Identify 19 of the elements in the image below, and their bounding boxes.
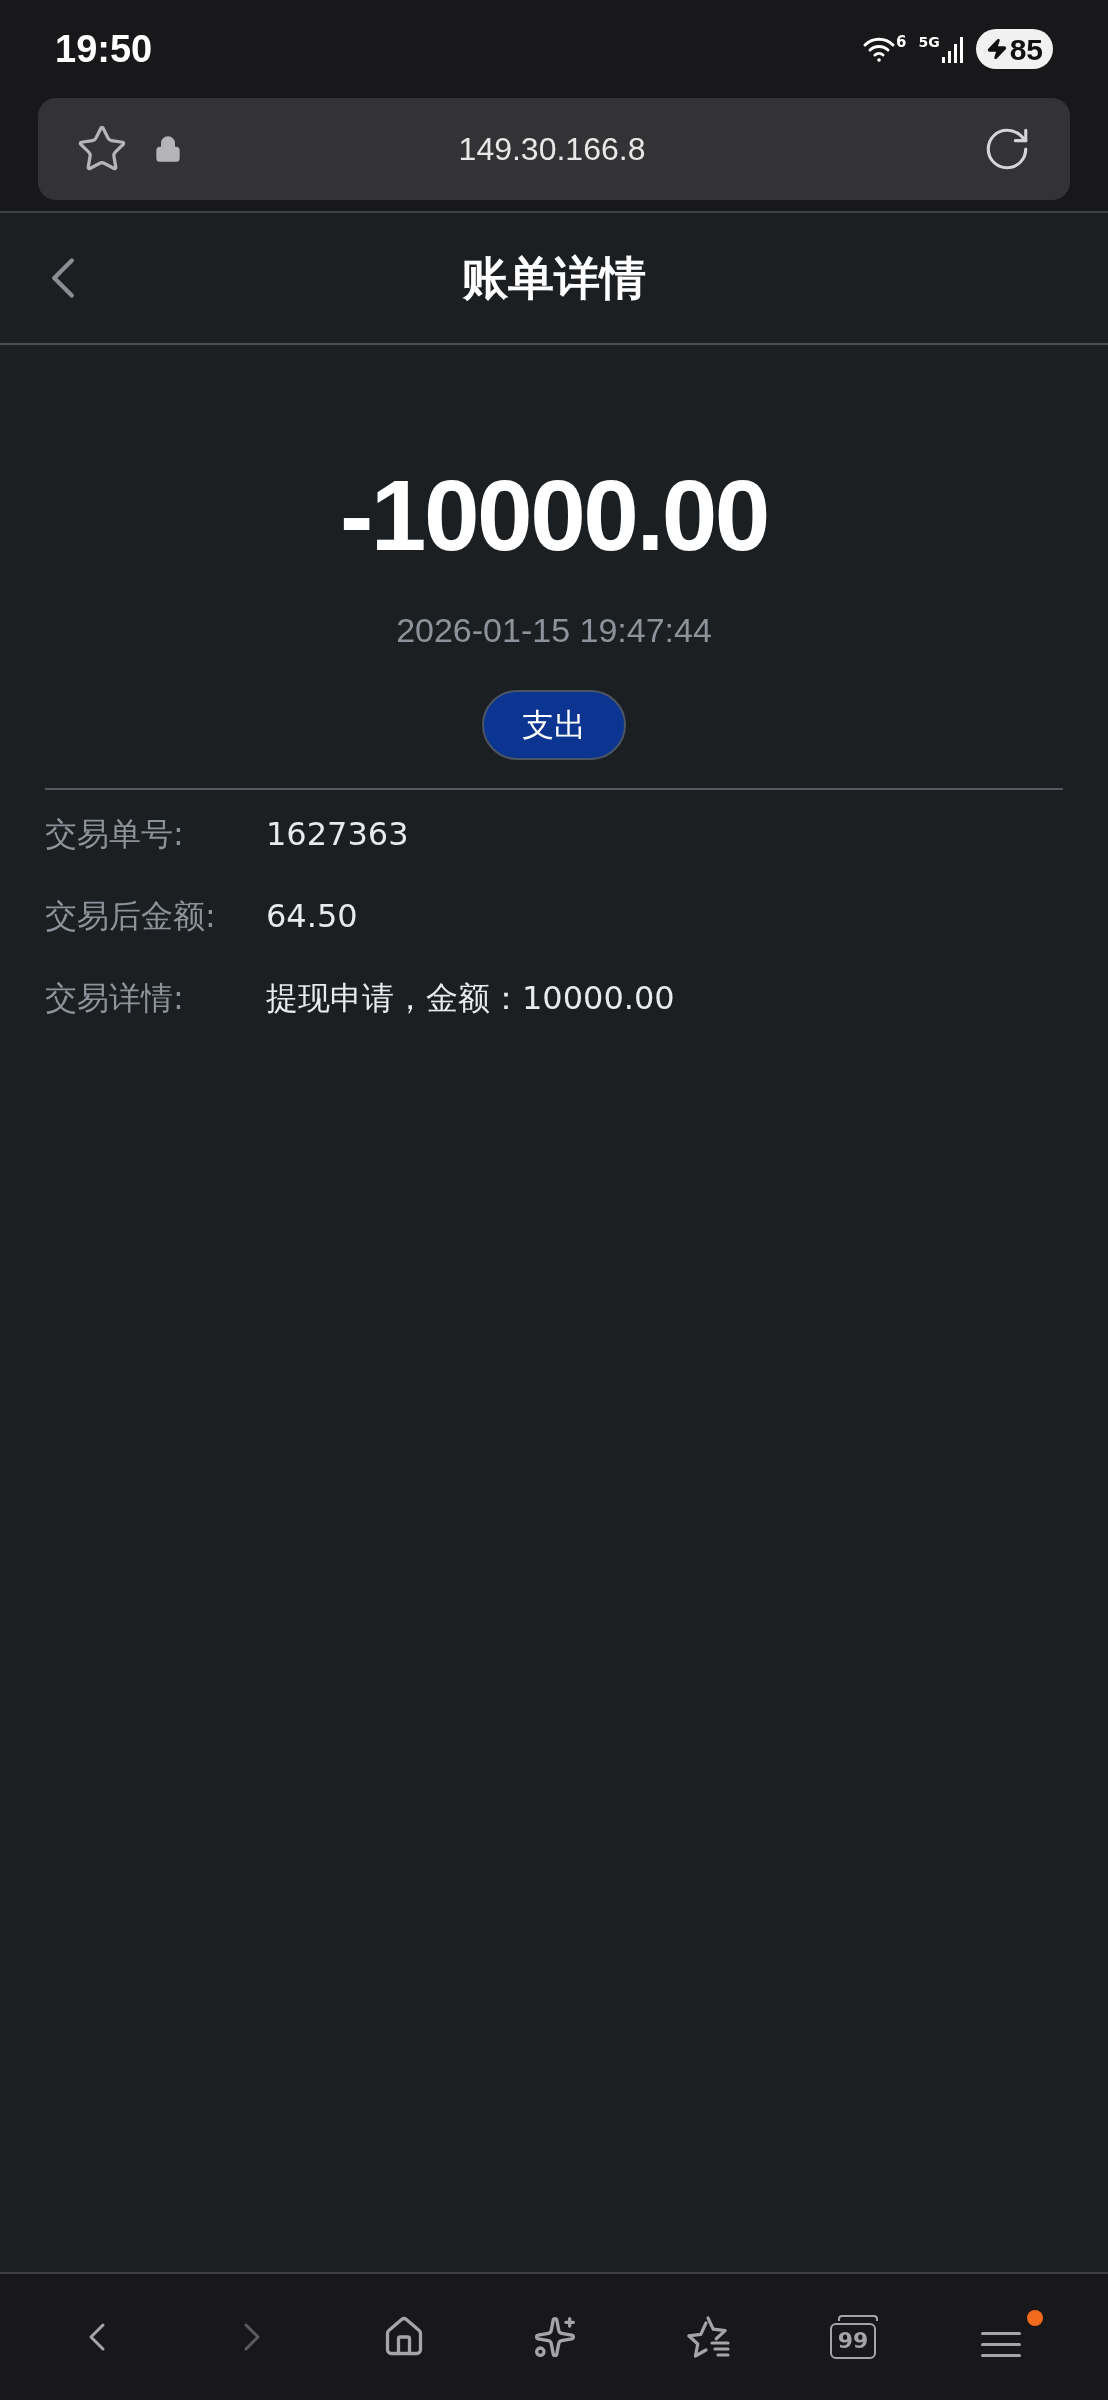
detail-label: 交易单号: [45,814,185,855]
wifi-band-label: 6 [895,35,907,50]
detail-label: 交易后金额: [45,896,217,937]
detail-value: 提现申请，金额：10000.00 [266,978,675,1019]
battery-indicator: 85 [975,29,1053,69]
transaction-time: 2026-01-15 19:47:44 [396,610,712,651]
detail-label: 交易详情: [45,978,185,1019]
type-tag: 支出 [482,690,626,760]
detail-value: 1627363 [266,814,409,855]
clock: 19:50 [55,26,153,72]
address-bar[interactable]: 149.30.166.8 [38,98,1070,200]
page-title: 账单详情 [462,249,646,307]
url-text: 149.30.166.8 [457,130,647,169]
lock-icon [154,135,182,163]
wifi-icon [861,35,896,63]
amount: -10000.00 [340,465,768,565]
network-label: 5G [918,35,940,49]
signal-icon [941,35,964,63]
detail-value: 64.50 [266,896,358,937]
